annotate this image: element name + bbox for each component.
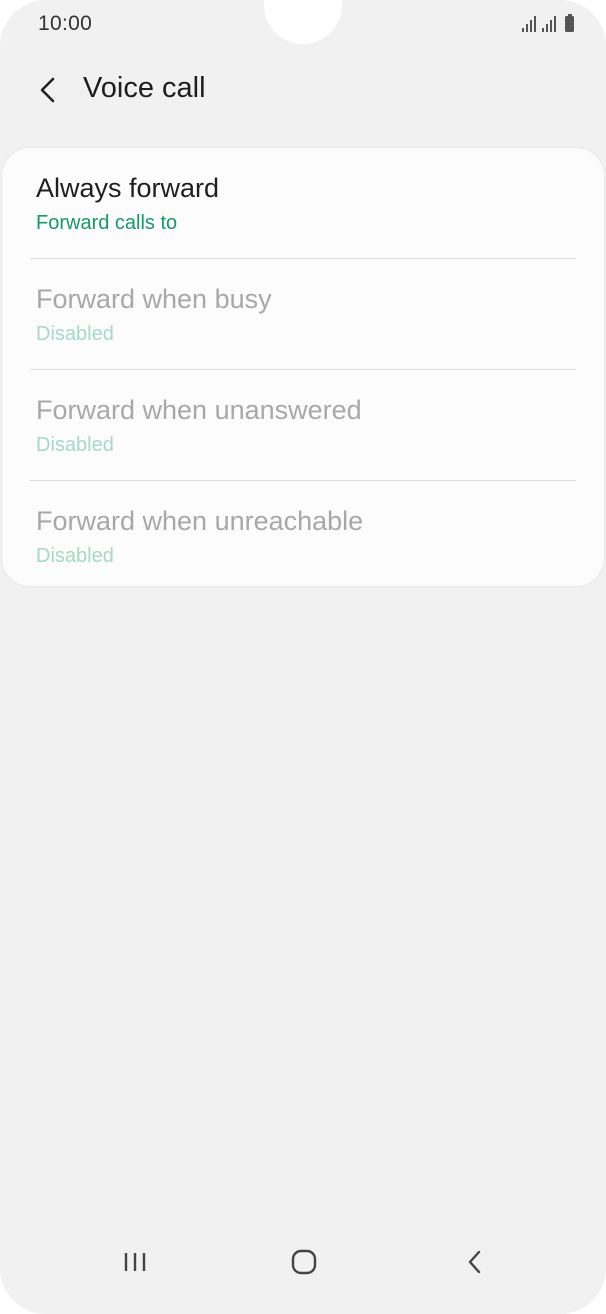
option-title: Forward when unanswered — [36, 395, 362, 425]
back-button[interactable] — [28, 70, 68, 110]
recent-apps-button[interactable] — [105, 1242, 165, 1282]
app-header: Voice call — [0, 60, 606, 120]
status-time: 10:00 — [38, 12, 93, 35]
option-forward-when-unreachable[interactable]: Forward when unreachable Disabled — [2, 481, 604, 591]
phone-screen: 10:00 Voice call Always forward Forward … — [0, 0, 606, 1314]
chevron-left-icon — [40, 77, 55, 103]
recent-apps-icon — [124, 1253, 146, 1271]
option-title: Always forward — [36, 173, 220, 203]
battery-icon — [565, 14, 574, 32]
option-title: Forward when unreachable — [36, 506, 364, 536]
home-icon — [291, 1249, 317, 1275]
navigation-bar — [0, 1224, 606, 1314]
status-icons — [522, 14, 574, 32]
option-subtitle: Forward calls to — [36, 212, 178, 234]
option-subtitle: Disabled — [36, 434, 114, 456]
forwarding-options-list: Always forward Forward calls to Forward … — [2, 148, 604, 586]
option-forward-when-busy[interactable]: Forward when busy Disabled — [2, 259, 604, 369]
option-forward-when-unanswered[interactable]: Forward when unanswered Disabled — [2, 370, 604, 480]
signal-icon — [542, 16, 556, 32]
page-title: Voice call — [83, 72, 206, 104]
home-button[interactable] — [274, 1242, 334, 1282]
option-title: Forward when busy — [36, 284, 272, 314]
option-always-forward[interactable]: Always forward Forward calls to — [2, 148, 604, 258]
option-subtitle: Disabled — [36, 323, 114, 345]
back-icon — [468, 1250, 481, 1274]
status-bar: 10:00 — [0, 0, 606, 48]
nav-back-button[interactable] — [445, 1242, 505, 1282]
signal-icon — [522, 16, 536, 32]
option-subtitle: Disabled — [36, 545, 114, 567]
